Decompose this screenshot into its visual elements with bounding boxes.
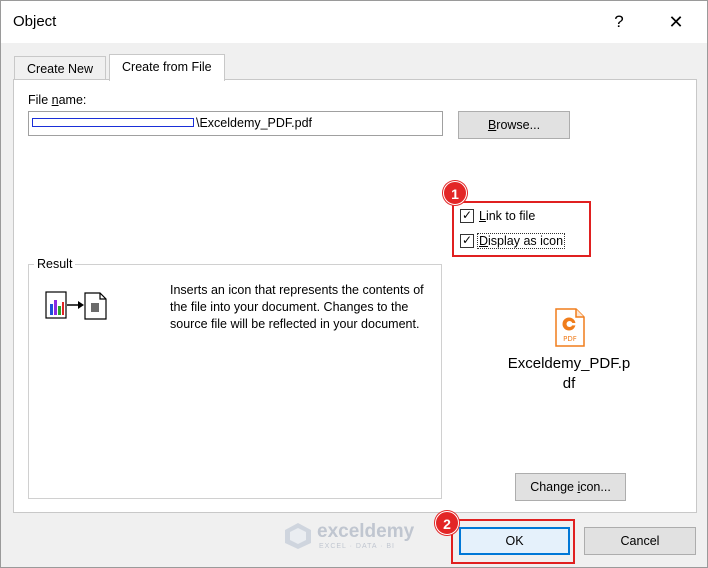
pdf-file-icon: PDF — [555, 308, 585, 347]
embed-link-icon — [45, 291, 107, 320]
watermark-name: exceldemy — [317, 521, 415, 542]
help-button[interactable]: ? — [604, 7, 634, 37]
annotation-badge-2: 2 — [435, 511, 459, 535]
link-to-file-checkbox[interactable]: ✓ — [460, 209, 474, 223]
redacted-path — [32, 118, 194, 128]
watermark-tagline: EXCEL · DATA · BI — [319, 543, 395, 550]
dialog-title: Object — [13, 13, 57, 30]
annotation-badge-1: 1 — [443, 181, 467, 205]
display-as-icon-label[interactable]: Display as icon — [477, 233, 566, 249]
result-description: Inserts an icon that represents the cont… — [170, 283, 424, 331]
pdf-tag: PDF — [563, 335, 577, 343]
browse-button[interactable]: Browse... — [458, 111, 570, 139]
icon-caption: Exceldemy_PDF.p df — [507, 355, 631, 392]
object-dialog: Object ? ✕ Create New Create from File F… — [0, 0, 708, 568]
link-to-file-label[interactable]: Link to file — [479, 209, 535, 223]
file-name-input[interactable]: \Exceldemy_PDF.pdf — [28, 111, 443, 136]
close-button[interactable]: ✕ — [658, 7, 694, 37]
exceldemy-logo-icon — [285, 523, 311, 549]
tab-create-new[interactable]: Create New — [14, 56, 106, 80]
tab-create-from-file[interactable]: Create from File — [109, 54, 225, 81]
file-name-label: File name: — [28, 93, 87, 107]
exceldemy-watermark: exceldemy EXCEL · DATA · BI — [283, 519, 433, 553]
file-name-value: \Exceldemy_PDF.pdf — [196, 116, 313, 130]
cancel-button[interactable]: Cancel — [584, 527, 696, 555]
change-icon-button[interactable]: Change icon... — [515, 473, 626, 501]
result-label: Result — [34, 257, 76, 271]
display-as-icon-checkbox[interactable]: ✓ — [460, 234, 474, 248]
ok-button[interactable]: OK — [459, 527, 570, 555]
title-bar: Object ? ✕ — [1, 1, 707, 43]
